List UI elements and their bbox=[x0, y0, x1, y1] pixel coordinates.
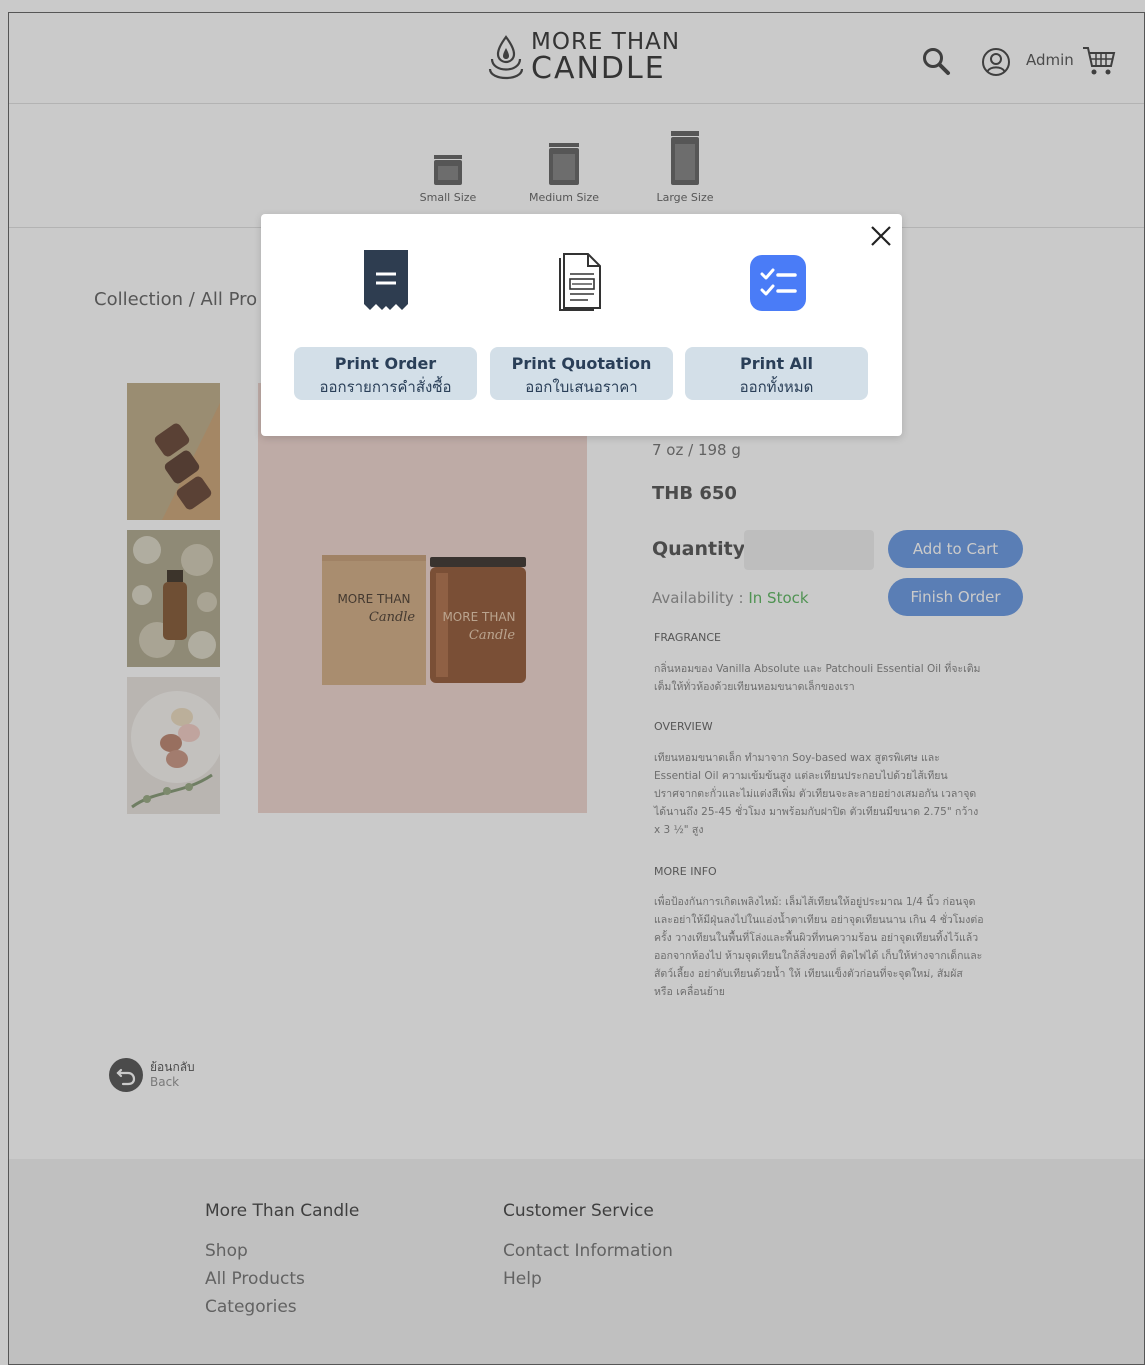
print-quotation-label: Print Quotation bbox=[511, 353, 652, 373]
receipt-icon bbox=[364, 250, 408, 310]
print-all-button[interactable]: Print All ออกทั้งหมด bbox=[685, 347, 868, 400]
print-options-modal: Print Order ออกรายการคำสั่งซื้อ Print Qu… bbox=[261, 214, 902, 436]
document-icon bbox=[559, 253, 601, 311]
print-all-label-th: ออกทั้งหมด bbox=[739, 377, 814, 396]
modal-overlay[interactable] bbox=[0, 0, 1145, 1365]
print-order-button[interactable]: Print Order ออกรายการคำสั่งซื้อ bbox=[294, 347, 477, 400]
print-order-label: Print Order bbox=[334, 353, 437, 373]
print-all-label: Print All bbox=[739, 353, 814, 373]
close-icon[interactable] bbox=[869, 224, 893, 248]
print-quotation-button[interactable]: Print Quotation ออกใบเสนอราคา bbox=[490, 347, 673, 400]
print-order-label-th: ออกรายการคำสั่งซื้อ bbox=[319, 377, 452, 396]
checklist-icon bbox=[750, 255, 806, 311]
print-quotation-label-th: ออกใบเสนอราคา bbox=[525, 377, 638, 396]
